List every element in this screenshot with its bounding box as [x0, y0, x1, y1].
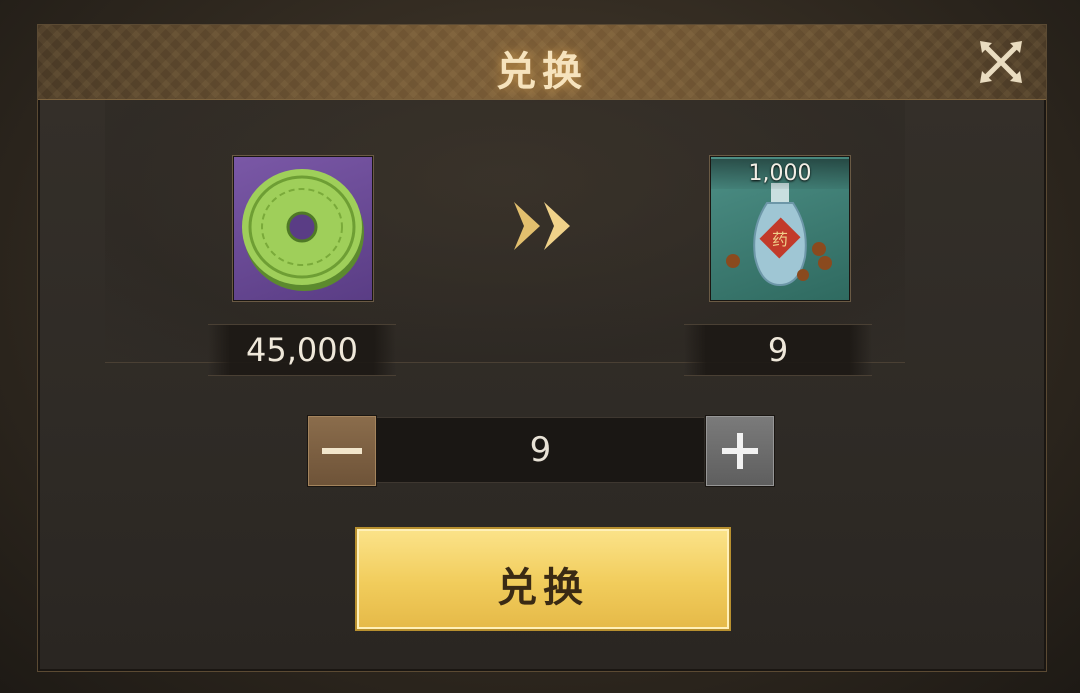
target-amount: 9	[684, 324, 872, 376]
decrease-quantity-button[interactable]	[307, 415, 377, 487]
source-item-slot[interactable]	[233, 156, 373, 301]
exchange-confirm-button[interactable]: 兑换	[355, 527, 731, 631]
quantity-input[interactable]: 9	[377, 417, 704, 483]
close-icon[interactable]	[978, 39, 1024, 85]
target-stack-count: 1,000	[711, 159, 849, 189]
double-chevron-right-icon	[510, 198, 580, 254]
target-item-slot[interactable]: 药 1,000	[710, 156, 850, 301]
dialog-header: 兑换	[38, 25, 1046, 100]
increase-quantity-button[interactable]	[705, 415, 775, 487]
minus-icon	[322, 448, 362, 454]
svg-text:药: 药	[772, 230, 788, 249]
jade-disc-coin-icon	[242, 169, 364, 291]
plus-icon	[722, 433, 758, 469]
source-amount: 45,000	[208, 324, 396, 376]
exchange-button-label: 兑换	[497, 564, 589, 611]
dialog-title: 兑换	[496, 48, 588, 95]
